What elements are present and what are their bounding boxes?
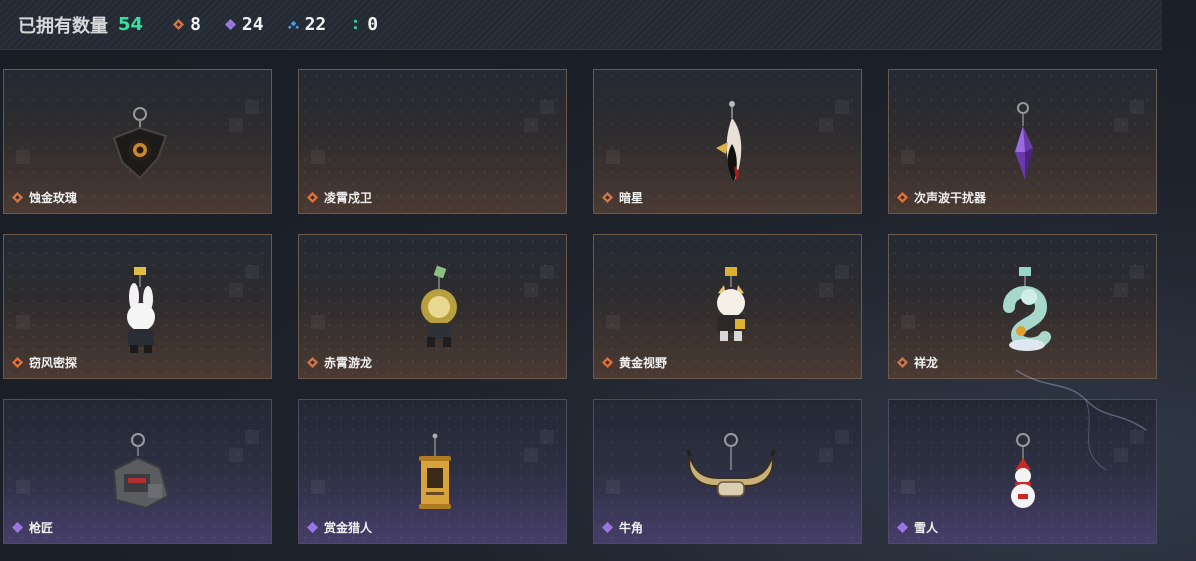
orange-diamond-icon <box>602 357 613 368</box>
charm-name-label: 次声波干扰器 <box>914 191 987 205</box>
charm-name-label: 凌霄戍卫 <box>324 191 373 205</box>
charm-name: 枪匠 <box>12 519 53 536</box>
orange-diamond-icon <box>12 192 23 203</box>
charm-card-3[interactable]: 暗星 <box>593 69 862 214</box>
charm-name-label: 祥龙 <box>914 356 939 370</box>
orange-diamond-icon <box>307 192 318 203</box>
owned-count-value: 54 <box>118 14 144 35</box>
charm-name-label: 蚀金玫瑰 <box>29 191 78 205</box>
charm-name: 凌霄戍卫 <box>307 189 372 206</box>
rarity-count-green: 0 <box>350 14 378 35</box>
charm-name-label: 雪人 <box>914 521 939 535</box>
charm-name: 赏金猎人 <box>307 519 372 536</box>
purple-diamond-icon <box>602 522 613 533</box>
collection-header: 已拥有数量 54 8 24 22 0 <box>0 0 1162 50</box>
charm-name: 蚀金玫瑰 <box>12 189 77 206</box>
purple-diamond-icon <box>897 522 908 533</box>
rarity-count: 0 <box>367 14 379 35</box>
charm-card-6[interactable]: 赤霄游龙 <box>298 234 567 379</box>
charm-name: 黄金视野 <box>602 354 667 371</box>
charm-card-2[interactable]: 凌霄戍卫 <box>298 69 567 214</box>
charm-name-label: 牛角 <box>619 521 644 535</box>
charm-name: 窃风密探 <box>12 354 77 371</box>
orange-diamond-icon <box>12 357 23 368</box>
charm-card-10[interactable]: 赏金猎人 <box>298 399 567 544</box>
charm-card-9[interactable]: 枪匠 <box>3 399 272 544</box>
charm-name-label: 赤霄游龙 <box>324 356 373 370</box>
purple-diamond-icon <box>12 522 23 533</box>
charm-name: 暗星 <box>602 189 643 206</box>
rarity-count-purple: 24 <box>224 14 264 35</box>
rarity-count-orange: 8 <box>173 14 201 35</box>
rarity-count: 8 <box>190 14 201 35</box>
charm-name-label: 暗星 <box>619 191 644 205</box>
orange-diamond-icon <box>173 19 185 30</box>
purple-diamond-icon <box>224 19 236 30</box>
owned-count-label: 已拥有数量 <box>18 15 108 37</box>
purple-diamond-icon <box>307 522 318 533</box>
green-dots-icon <box>354 19 358 30</box>
charm-name-label: 枪匠 <box>29 521 54 535</box>
orange-diamond-icon <box>897 192 908 203</box>
charm-card-12[interactable]: 雪人 <box>888 399 1157 544</box>
blue-chevron-icon <box>287 20 299 30</box>
charm-name-label: 黄金视野 <box>619 356 668 370</box>
charm-card-8[interactable]: 祥龙 <box>888 234 1157 379</box>
orange-diamond-icon <box>307 357 318 368</box>
charm-name-label: 赏金猎人 <box>324 521 373 535</box>
orange-diamond-icon <box>897 357 908 368</box>
charm-name: 祥龙 <box>897 354 938 371</box>
rarity-count: 22 <box>304 14 327 35</box>
charm-name: 赤霄游龙 <box>307 354 372 371</box>
charm-card-5[interactable]: 窃风密探 <box>3 234 272 379</box>
charm-card-1[interactable]: 蚀金玫瑰 <box>3 69 272 214</box>
rarity-count: 24 <box>241 14 264 35</box>
charm-card-4[interactable]: 次声波干扰器 <box>888 69 1157 214</box>
charm-card-11[interactable]: 牛角 <box>593 399 862 544</box>
orange-diamond-icon <box>602 192 613 203</box>
charm-name: 雪人 <box>897 519 938 536</box>
charm-name-label: 窃风密探 <box>29 356 78 370</box>
rarity-count-blue: 22 <box>287 14 327 35</box>
charm-name: 牛角 <box>602 519 643 536</box>
charm-card-7[interactable]: 黄金视野 <box>593 234 862 379</box>
charm-name: 次声波干扰器 <box>897 189 986 206</box>
